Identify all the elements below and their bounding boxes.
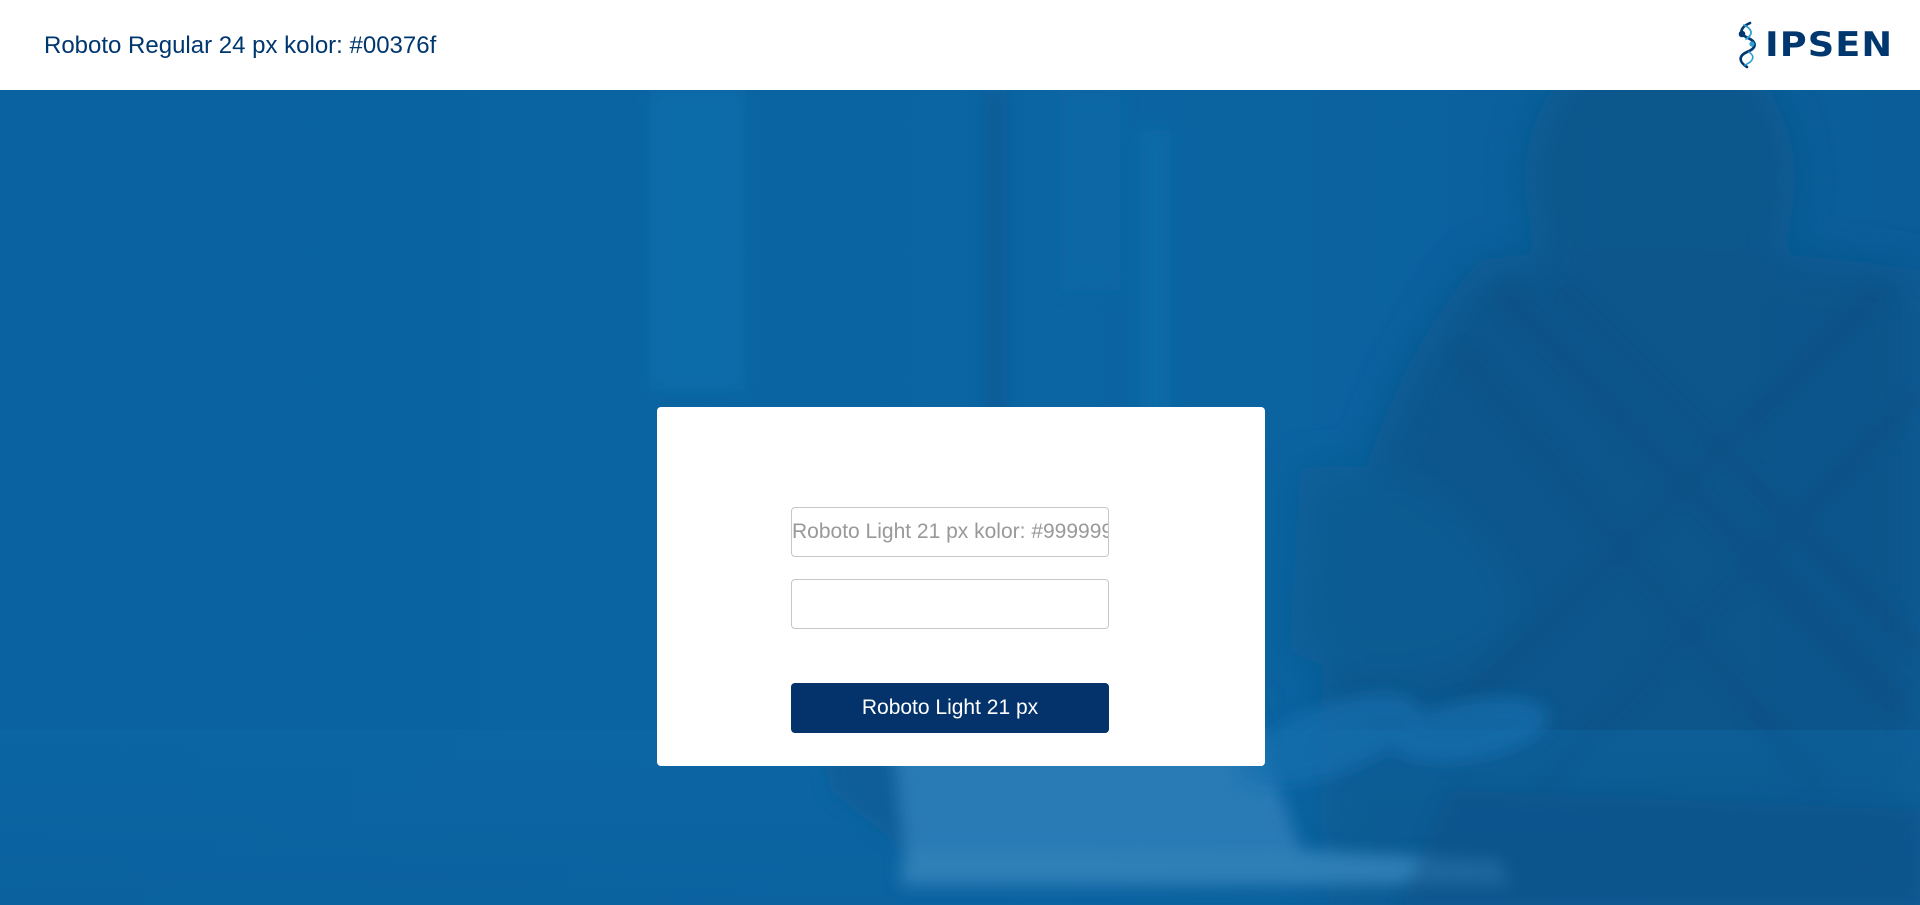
login-field-1[interactable] — [791, 507, 1109, 557]
login-card: Roboto Light 21 px — [657, 407, 1265, 766]
submit-button[interactable]: Roboto Light 21 px — [791, 683, 1109, 733]
top-header: Roboto Regular 24 px kolor: #00376f IPSE… — [0, 0, 1920, 90]
ipsen-helix-icon — [1738, 21, 1757, 69]
ipsen-logo[interactable]: IPSEN — [1733, 20, 1892, 70]
login-field-2[interactable] — [791, 579, 1109, 629]
page-title: Roboto Regular 24 px kolor: #00376f — [44, 32, 437, 59]
hero-background: Roboto Light 21 px — [0, 90, 1920, 905]
logo-wordmark: IPSEN — [1765, 25, 1894, 65]
